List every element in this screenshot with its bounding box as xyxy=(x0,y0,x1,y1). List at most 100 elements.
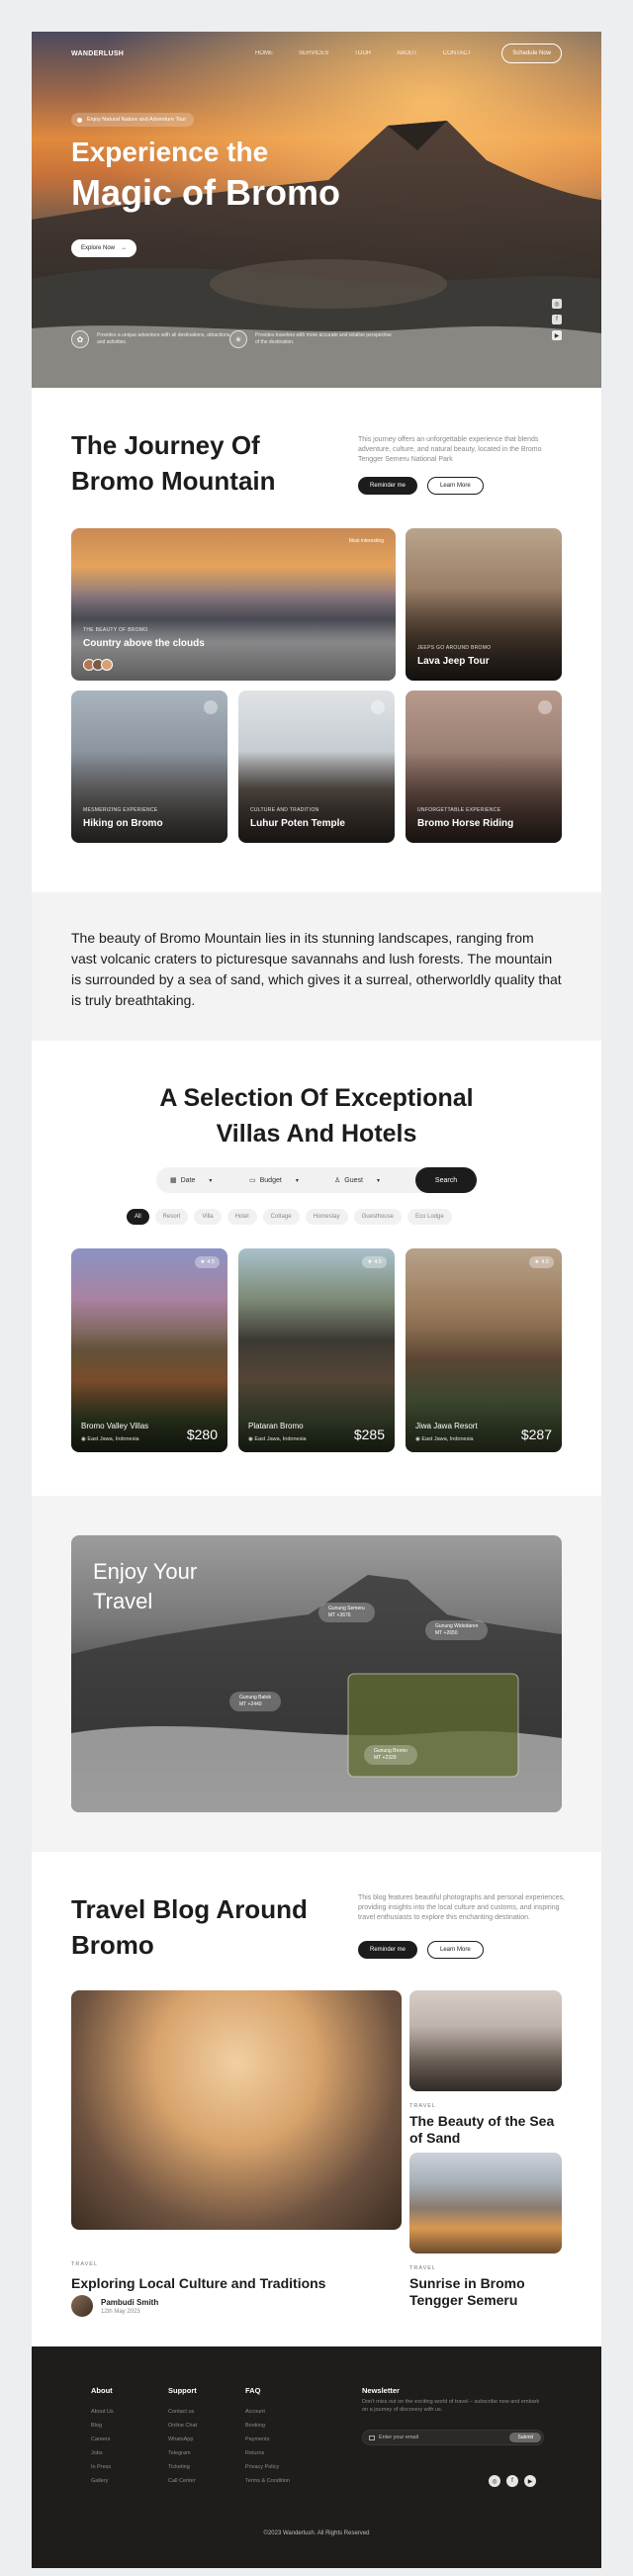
facebook-icon[interactable]: f xyxy=(552,315,562,324)
bookmark-icon[interactable] xyxy=(204,700,218,714)
footer-link[interactable]: Blog xyxy=(91,2419,114,2433)
avatar-group xyxy=(83,659,113,671)
explore-now-label: Explore Now xyxy=(81,245,116,251)
footer-link[interactable]: Account xyxy=(245,2405,290,2419)
avatar xyxy=(71,2295,93,2317)
filter-resort[interactable]: Resort xyxy=(154,1209,189,1225)
footer-link[interactable]: Returns xyxy=(245,2446,290,2460)
quote-section: The beauty of Bromo Mountain lies in its… xyxy=(32,892,601,1041)
reminder-me-button[interactable]: Reminder me xyxy=(358,1941,418,1959)
journey-card-horse-riding[interactable]: UNFORGETTABLE EXPERIENCE Bromo Horse Rid… xyxy=(406,690,562,843)
footer-link[interactable]: Payments xyxy=(245,2433,290,2446)
star-icon: ★ xyxy=(367,1259,373,1265)
schedule-now-button[interactable]: Schedule Now xyxy=(501,44,562,63)
villa-name: Plataran Bromo xyxy=(248,1422,304,1430)
map-pin-gunung-semeru[interactable]: Gunung Semeru MT +3676 xyxy=(318,1603,375,1622)
footer-link[interactable]: Careers xyxy=(91,2433,114,2446)
journey-card-hiking[interactable]: MESMERIZING EXPERIENCE Hiking on Bromo xyxy=(71,690,227,843)
map-pin-gunung-batok[interactable]: Gunung Batok MT +2440 xyxy=(229,1692,281,1711)
footer-link[interactable]: Telegram xyxy=(168,2446,197,2460)
blog-side-image-2[interactable] xyxy=(409,2153,562,2254)
blog-side-title[interactable]: Sunrise in Bromo Tengger Semeru xyxy=(409,2275,568,2309)
footer-link[interactable]: Booking xyxy=(245,2419,290,2433)
filter-all[interactable]: All xyxy=(127,1209,149,1225)
pin-height: MT +2440 xyxy=(239,1702,262,1707)
filter-homestay[interactable]: Homestay xyxy=(305,1209,348,1225)
category-filters: All Resort Villa Hotel Cottage Homestay … xyxy=(127,1209,452,1225)
wallet-icon: ▭ xyxy=(249,1177,256,1184)
nav-link-contact[interactable]: CONTACT xyxy=(443,50,472,56)
brand-logo[interactable]: WANDERLUSH xyxy=(71,50,124,57)
nav-link-tour[interactable]: TOUR xyxy=(354,50,371,56)
rating-value: 4.5 xyxy=(374,1259,382,1265)
villa-card-plataran[interactable]: ★ 4.5 Plataran Bromo ◉ East Jawa, Indones… xyxy=(238,1248,395,1452)
search-bar: ▦ Date ▾ ▭ Budget ▾ ♙ Guest ▾ Search xyxy=(156,1167,477,1193)
newsletter-email-field[interactable]: Enter your email Submit xyxy=(362,2430,544,2445)
search-button[interactable]: Search xyxy=(415,1167,477,1193)
map-pin-gunung-widodaren[interactable]: Gunung Widodaren MT +2650 xyxy=(425,1620,489,1640)
bookmark-icon[interactable] xyxy=(538,700,552,714)
filter-cottage[interactable]: Cottage xyxy=(262,1209,300,1225)
explore-now-button[interactable]: Explore Now → xyxy=(71,239,137,257)
instagram-icon[interactable]: ◎ xyxy=(552,299,562,309)
filter-villa[interactable]: Villa xyxy=(194,1209,222,1225)
filter-eco-lodge[interactable]: Eco Lodge xyxy=(407,1209,452,1225)
journey-card-country-above-clouds[interactable]: Most interesting THE BEAUTY OF BROMO Cou… xyxy=(71,528,396,681)
hero-section: WANDERLUSH HOME SERVICES TOUR ABOUT CONT… xyxy=(32,32,601,388)
footer-link[interactable]: In Press xyxy=(91,2460,114,2474)
chevron-down-icon: ▾ xyxy=(295,1177,299,1184)
footer-heading: Support xyxy=(168,2386,197,2395)
footer-link[interactable]: Privacy Policy xyxy=(245,2460,290,2474)
journey-card-lava-jeep[interactable]: JEEPS GO AROUND BROMO Lava Jeep Tour xyxy=(406,528,562,681)
nav-link-home[interactable]: HOME xyxy=(255,50,273,56)
footer-link[interactable]: Call Center xyxy=(168,2474,197,2488)
footer-link[interactable]: Jobs xyxy=(91,2446,114,2460)
footer-column-faq: FAQ Account Booking Payments Returns Pri… xyxy=(245,2386,290,2488)
learn-more-button[interactable]: Learn More xyxy=(427,1941,484,1959)
blog-side-kicker: TRAVEL xyxy=(409,2103,436,2109)
footer-link[interactable]: Ticketing xyxy=(168,2460,197,2474)
blog-main-image[interactable] xyxy=(71,1990,402,2230)
footer-link[interactable]: Online Chat xyxy=(168,2419,197,2433)
enjoy-title: Enjoy Your Travel xyxy=(93,1557,197,1616)
footer-link[interactable]: Terms & Condition xyxy=(245,2474,290,2488)
villa-price: $280 xyxy=(186,1426,218,1442)
nav-link-about[interactable]: ABOUT xyxy=(397,50,417,56)
footer-link[interactable]: Contact us xyxy=(168,2405,197,2419)
blog-side-image-1[interactable] xyxy=(409,1990,562,2091)
youtube-icon[interactable]: ▶ xyxy=(524,2475,536,2487)
villa-price: $285 xyxy=(353,1426,385,1442)
post-date: 12th May 2023 xyxy=(101,2308,140,2315)
footer-link[interactable]: About Us xyxy=(91,2405,114,2419)
hero-feature-text: Provides a unique adventure with all des… xyxy=(97,332,231,345)
footer-link[interactable]: Gallery xyxy=(91,2474,114,2488)
enjoy-title-line2: Travel xyxy=(93,1589,153,1613)
instagram-icon[interactable]: ◎ xyxy=(489,2475,500,2487)
pin-name: Gunung Semeru xyxy=(328,1606,365,1611)
journey-card-temple[interactable]: CULTURE AND TRADITION Luhur Poten Temple xyxy=(238,690,395,843)
footer-link[interactable]: WhatsApp xyxy=(168,2433,197,2446)
villa-card-bromo-valley[interactable]: ★ 4.5 Bromo Valley Villas ◉ East Jawa, In… xyxy=(71,1248,227,1452)
hero-title-line1: Experience the xyxy=(71,137,269,167)
nav-link-services[interactable]: SERVICES xyxy=(299,50,328,56)
facebook-icon[interactable]: f xyxy=(506,2475,518,2487)
budget-select[interactable]: ▭ Budget ▾ xyxy=(249,1167,299,1193)
journey-section: The Journey Of Bromo Mountain This journ… xyxy=(32,388,601,892)
leaf-icon: ✿ xyxy=(71,330,89,348)
learn-more-button[interactable]: Learn More xyxy=(427,477,484,495)
submit-button[interactable]: Submit xyxy=(509,2433,541,2442)
filter-guesthouse[interactable]: Guesthouse xyxy=(353,1209,402,1225)
bookmark-icon[interactable] xyxy=(371,700,385,714)
youtube-icon[interactable]: ▶ xyxy=(552,330,562,340)
filter-hotel[interactable]: Hotel xyxy=(226,1209,257,1225)
blog-main-kicker: TRAVEL xyxy=(71,2261,98,2267)
footer-heading: FAQ xyxy=(245,2386,261,2395)
reminder-me-button[interactable]: Reminder me xyxy=(358,477,418,495)
blog-main-title[interactable]: Exploring Local Culture and Traditions xyxy=(71,2275,325,2291)
map-pin-gunung-bromo[interactable]: Gunung Bromo MT +2329 xyxy=(364,1745,417,1765)
date-select[interactable]: ▦ Date ▾ xyxy=(170,1167,212,1193)
villa-card-jiwa-jawa[interactable]: ★ 4.5 Jiwa Jawa Resort ◉ East Jawa, Indon… xyxy=(406,1248,562,1452)
guest-select[interactable]: ♙ Guest ▾ xyxy=(334,1167,380,1193)
card-kicker: JEEPS GO AROUND BROMO xyxy=(417,645,492,651)
blog-side-title[interactable]: The Beauty of the Sea of Sand xyxy=(409,2113,568,2147)
